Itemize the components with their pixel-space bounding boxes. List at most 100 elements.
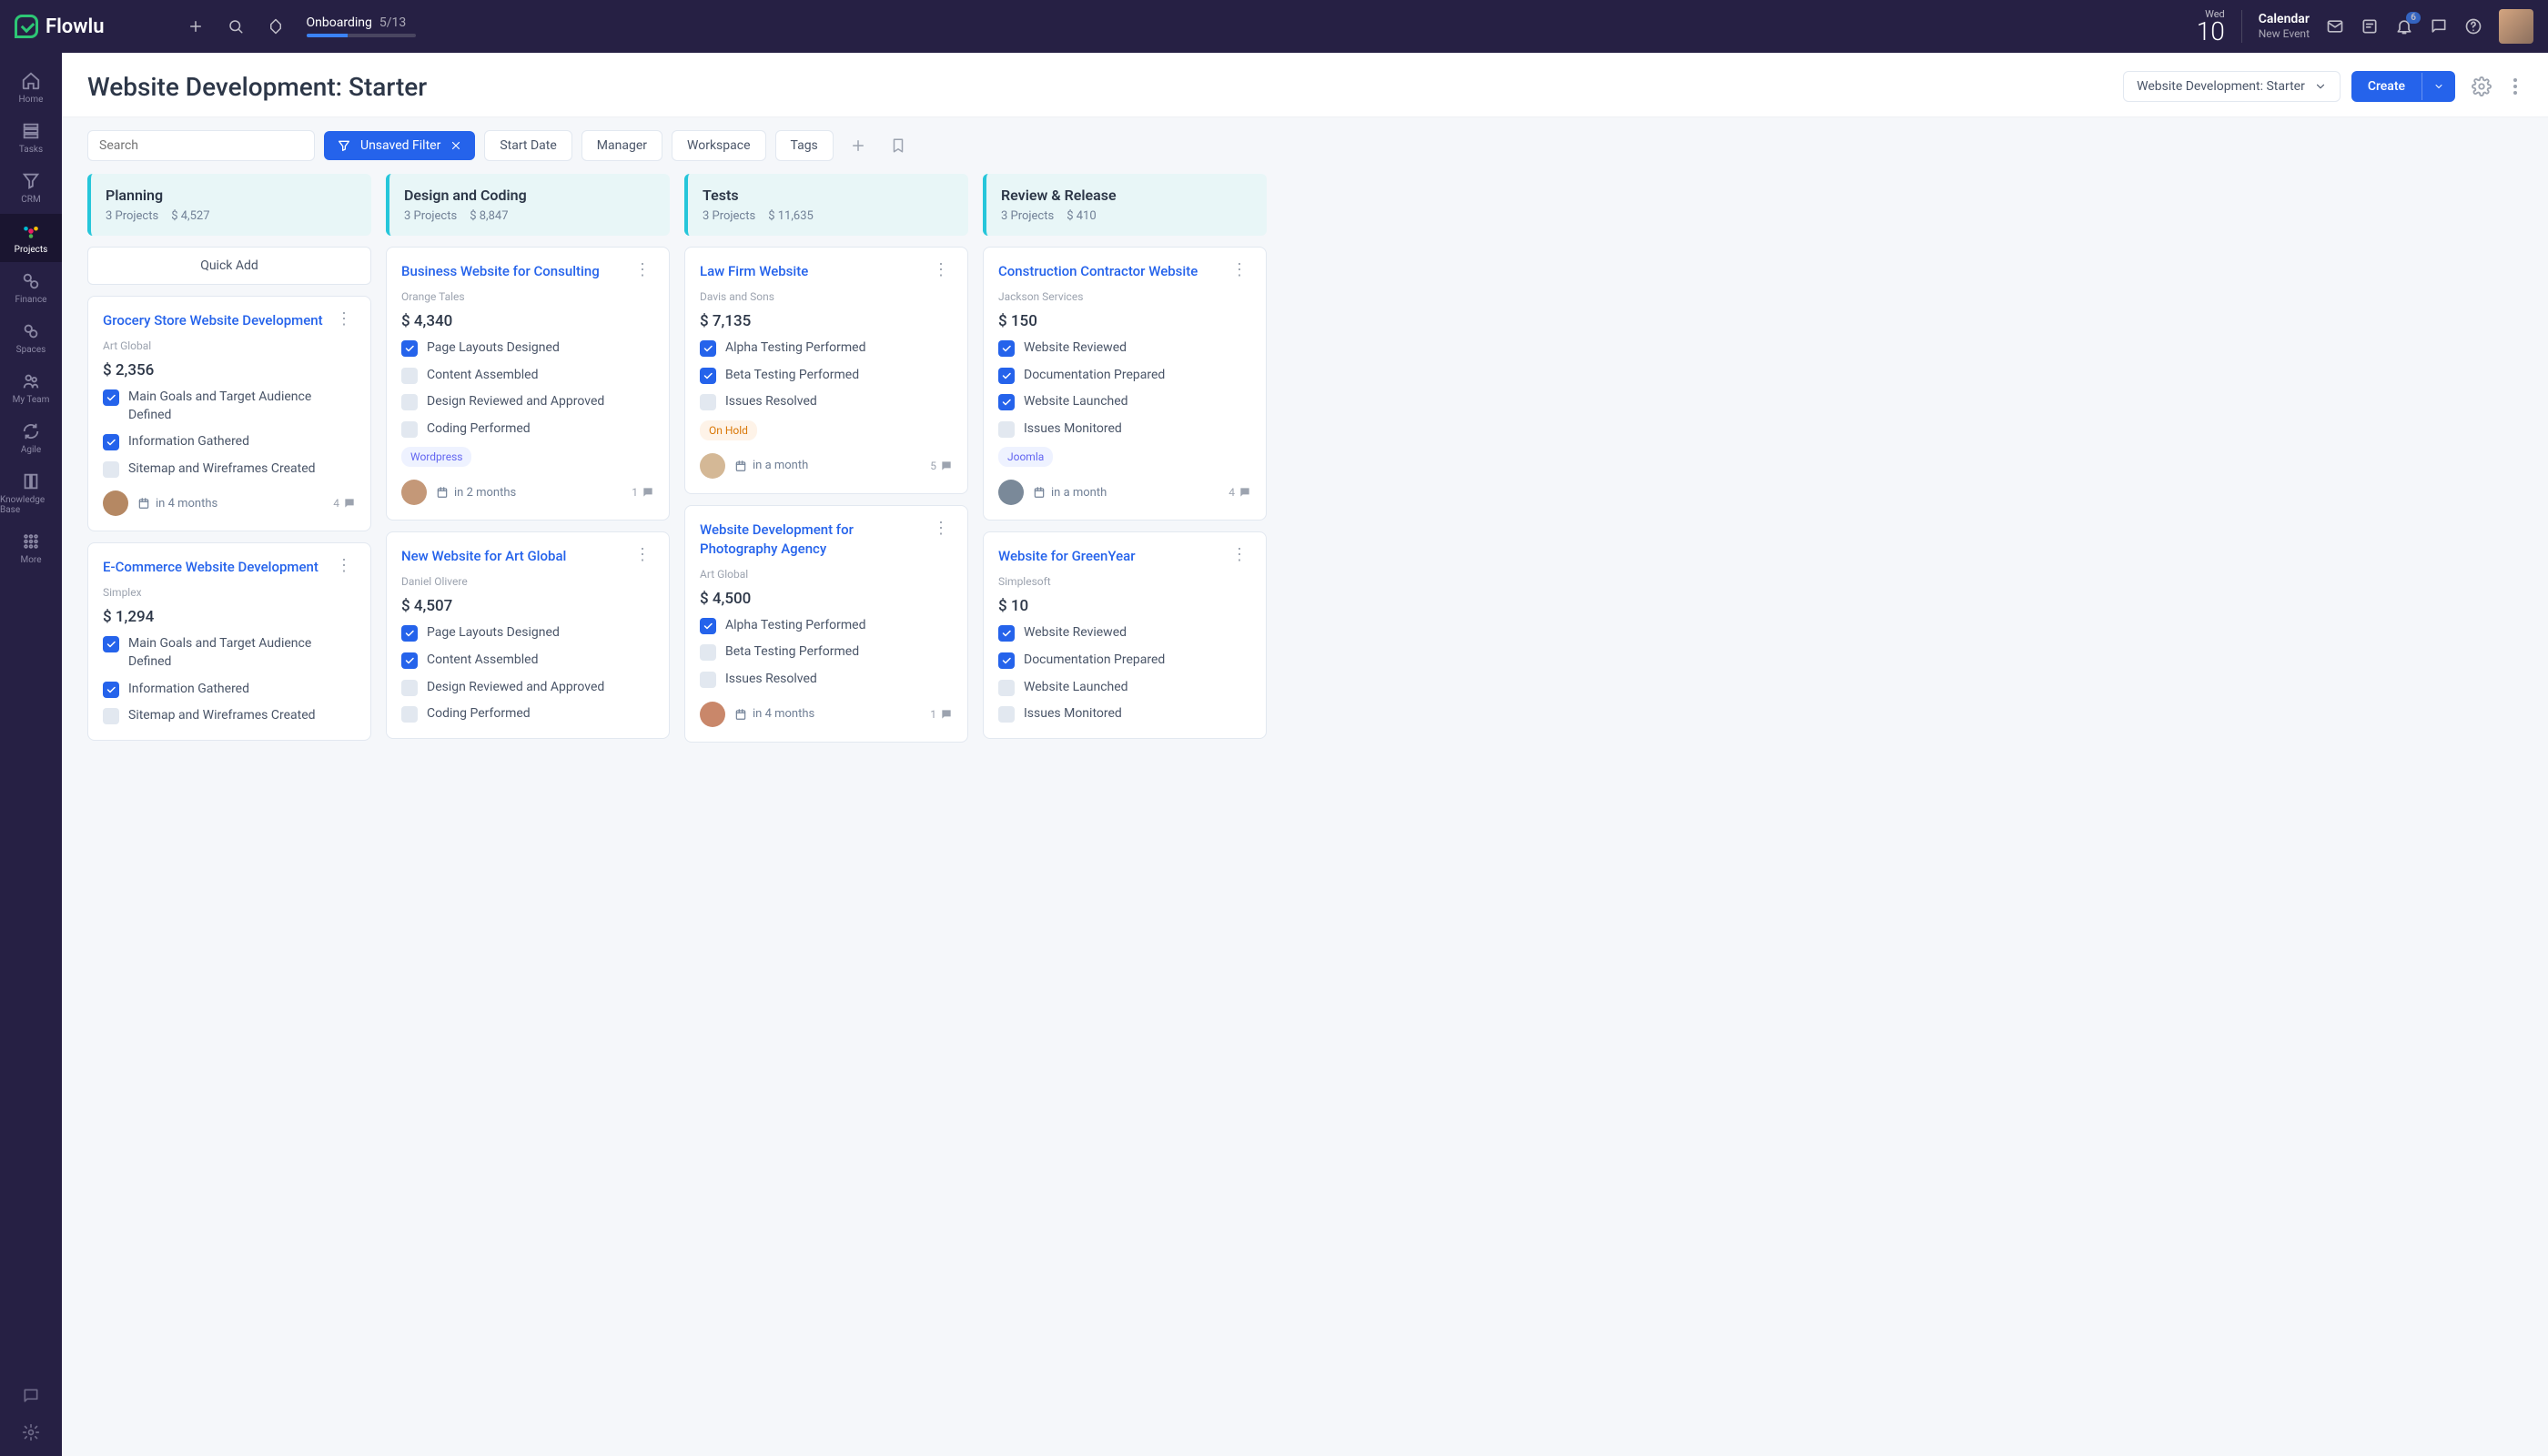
task-row[interactable]: Beta Testing Performed <box>700 367 953 385</box>
card-title[interactable]: Grocery Store Website Development <box>103 311 323 330</box>
checkbox[interactable] <box>103 389 119 406</box>
workflow-selector[interactable]: Website Development: Starter <box>2123 71 2341 102</box>
card-menu-icon[interactable]: ⋮ <box>631 547 654 563</box>
checkbox[interactable] <box>401 706 418 723</box>
create-dropdown-arrow[interactable] <box>2422 73 2455 100</box>
task-row[interactable]: Documentation Prepared <box>998 367 1251 385</box>
assignee-avatar[interactable] <box>998 480 1024 505</box>
checkbox[interactable] <box>103 434 119 450</box>
bookmark-icon[interactable] <box>883 130 914 161</box>
sidebar-item-agile[interactable]: Agile <box>0 414 62 462</box>
task-row[interactable]: Information Gathered <box>103 681 356 699</box>
card-menu-icon[interactable]: ⋮ <box>332 311 356 328</box>
checkbox[interactable] <box>103 461 119 478</box>
search-icon[interactable] <box>227 17 245 35</box>
card-title[interactable]: Construction Contractor Website <box>998 262 1198 281</box>
checkbox[interactable] <box>998 421 1015 438</box>
create-button[interactable]: Create <box>2351 71 2455 102</box>
tag[interactable]: Joomla <box>998 447 1053 467</box>
plus-icon[interactable] <box>187 17 205 35</box>
project-card[interactable]: Construction Contractor Website⋮ Jackson… <box>983 247 1267 521</box>
task-row[interactable]: Information Gathered <box>103 433 356 451</box>
task-row[interactable]: Website Reviewed <box>998 339 1251 358</box>
checkbox[interactable] <box>998 706 1015 723</box>
sidebar-item-crm[interactable]: CRM <box>0 164 62 212</box>
card-title[interactable]: Website for GreenYear <box>998 547 1136 566</box>
bell-icon[interactable]: 6 <box>2395 17 2413 35</box>
sidebar-item-my-team[interactable]: My Team <box>0 364 62 412</box>
assignee-avatar[interactable] <box>700 453 725 479</box>
chip-workspace[interactable]: Workspace <box>672 130 766 161</box>
onboarding-widget[interactable]: Onboarding 5/13 <box>307 15 416 37</box>
checkbox[interactable] <box>103 636 119 652</box>
card-title[interactable]: New Website for Art Global <box>401 547 566 566</box>
task-row[interactable]: Alpha Testing Performed <box>700 617 953 635</box>
notes-icon[interactable] <box>2361 17 2379 35</box>
project-card[interactable]: Website for GreenYear⋮ Simplesoft $ 10 W… <box>983 531 1267 738</box>
task-row[interactable]: Sitemap and Wireframes Created <box>103 707 356 725</box>
calendar-widget[interactable]: Calendar New Event <box>2259 11 2310 42</box>
brand-logo[interactable]: Flowlu <box>15 15 105 38</box>
task-row[interactable]: Page Layouts Designed <box>401 339 654 358</box>
checkbox[interactable] <box>103 708 119 724</box>
task-row[interactable]: Documentation Prepared <box>998 652 1251 670</box>
checkbox[interactable] <box>700 368 716 384</box>
task-row[interactable]: Website Launched <box>998 393 1251 411</box>
task-row[interactable]: Sitemap and Wireframes Created <box>103 460 356 479</box>
chip-tags[interactable]: Tags <box>775 130 834 161</box>
card-title[interactable]: Law Firm Website <box>700 262 808 281</box>
checkbox[interactable] <box>998 340 1015 357</box>
checkbox[interactable] <box>401 625 418 642</box>
tag[interactable]: Wordpress <box>401 447 471 467</box>
checkbox[interactable] <box>998 394 1015 410</box>
user-avatar[interactable] <box>2499 9 2533 44</box>
task-row[interactable]: Content Assembled <box>401 367 654 385</box>
comment-count[interactable]: 4 <box>1228 486 1251 499</box>
comment-count[interactable]: 1 <box>930 708 953 721</box>
close-icon[interactable] <box>450 139 462 152</box>
comment-count[interactable]: 4 <box>333 497 356 510</box>
checkbox[interactable] <box>998 680 1015 696</box>
sidebar-item-home[interactable]: Home <box>0 64 62 112</box>
date-widget[interactable]: Wed 10 <box>2197 9 2225 45</box>
task-row[interactable]: Issues Monitored <box>998 705 1251 723</box>
checkbox[interactable] <box>700 394 716 410</box>
task-row[interactable]: Design Reviewed and Approved <box>401 393 654 411</box>
sidebar-item-knowledge-base[interactable]: Knowledge Base <box>0 464 62 522</box>
sidebar-item-projects[interactable]: Projects <box>0 214 62 262</box>
project-card[interactable]: Grocery Store Website Development⋮ Art G… <box>87 296 371 531</box>
task-row[interactable]: Alpha Testing Performed <box>700 339 953 358</box>
help-icon[interactable] <box>2464 17 2482 35</box>
card-menu-icon[interactable]: ⋮ <box>929 262 953 278</box>
task-row[interactable]: Website Launched <box>998 679 1251 697</box>
gear-icon[interactable] <box>2466 71 2497 102</box>
sidebar-item-finance[interactable]: Finance <box>0 264 62 312</box>
checkbox[interactable] <box>700 644 716 661</box>
assignee-avatar[interactable] <box>401 480 427 505</box>
assignee-avatar[interactable] <box>700 702 725 727</box>
settings-icon[interactable] <box>22 1423 40 1441</box>
task-row[interactable]: Main Goals and Target Audience Defined <box>103 389 356 424</box>
project-card[interactable]: Law Firm Website⋮ Davis and Sons $ 7,135… <box>684 247 968 494</box>
more-icon[interactable] <box>2508 73 2523 100</box>
checkbox[interactable] <box>998 368 1015 384</box>
card-menu-icon[interactable]: ⋮ <box>332 558 356 574</box>
sidebar-item-spaces[interactable]: Spaces <box>0 314 62 362</box>
checkbox[interactable] <box>998 652 1015 669</box>
card-menu-icon[interactable]: ⋮ <box>1228 262 1251 278</box>
sidebar-item-tasks[interactable]: Tasks <box>0 114 62 162</box>
project-card[interactable]: E-Commerce Website Development⋮ Simplex … <box>87 542 371 740</box>
quick-add-button[interactable]: Quick Add <box>87 247 371 285</box>
task-row[interactable]: Design Reviewed and Approved <box>401 679 654 697</box>
chat-icon[interactable] <box>2430 17 2448 35</box>
task-row[interactable]: Issues Monitored <box>998 420 1251 439</box>
task-row[interactable]: Beta Testing Performed <box>700 643 953 662</box>
chip-start-date[interactable]: Start Date <box>484 130 571 161</box>
task-row[interactable]: Coding Performed <box>401 705 654 723</box>
checkbox[interactable] <box>700 340 716 357</box>
task-row[interactable]: Issues Resolved <box>700 393 953 411</box>
card-title[interactable]: E-Commerce Website Development <box>103 558 318 577</box>
project-card[interactable]: Website Development for Photography Agen… <box>684 505 968 743</box>
add-chip-icon[interactable] <box>843 130 874 161</box>
checkbox[interactable] <box>401 680 418 696</box>
